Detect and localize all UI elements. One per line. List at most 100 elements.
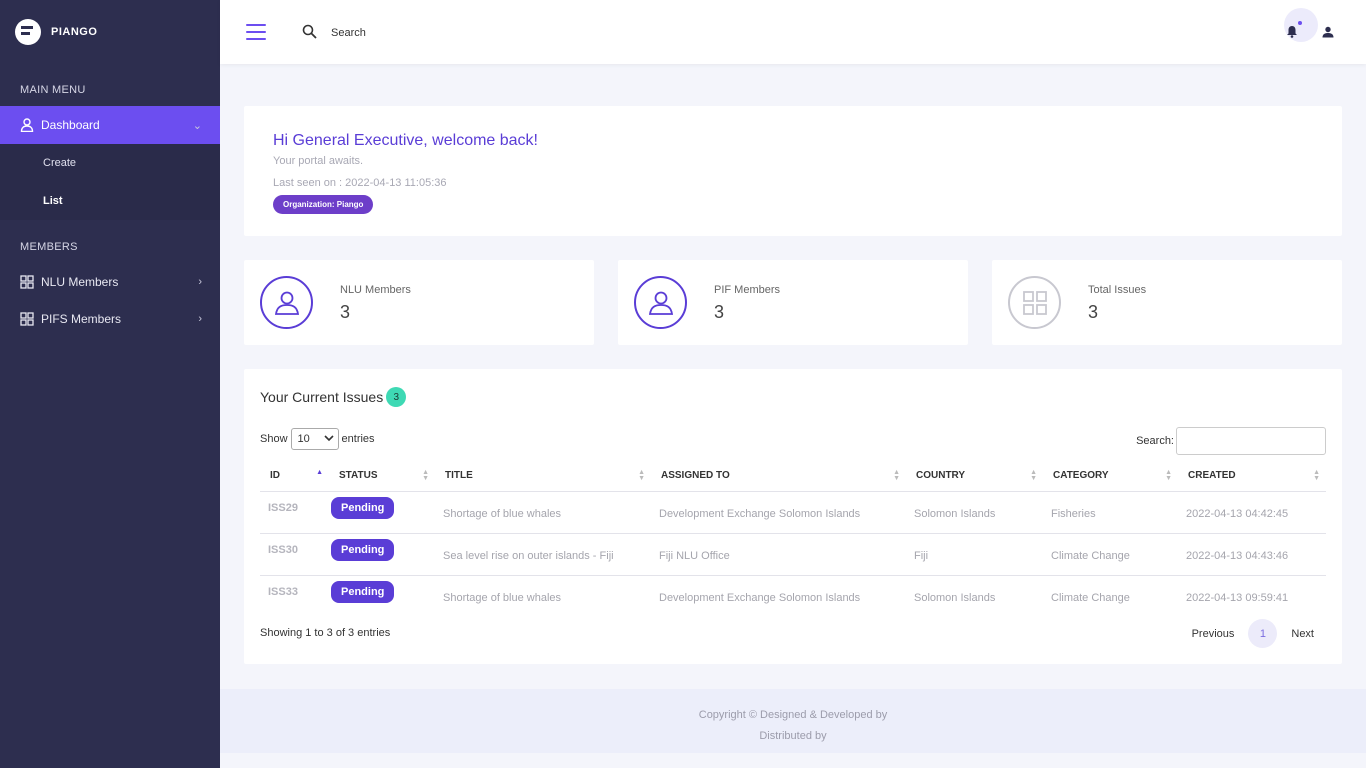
status-badge: Pending — [331, 538, 395, 561]
chevron-down-icon: ⌄ — [192, 119, 202, 132]
sort-asc-icon: ▲ — [316, 469, 323, 476]
issue-assigned-to: Fiji NLU Office — [651, 533, 906, 576]
column-header-country[interactable]: COUNTRY ▲ ▼ — [906, 461, 1043, 492]
last-seen-text: Last seen on : 2022-04-13 11:05:36 — [273, 177, 447, 189]
issue-country: Solomon Islands — [914, 592, 996, 605]
showing-entries-text: Showing 1 to 3 of 3 entries — [260, 627, 391, 639]
column-header-status[interactable]: STATUS ▲ ▼ — [329, 461, 435, 492]
stat-label: NLU Members — [340, 284, 411, 296]
chevron-right-icon: › — [198, 312, 202, 325]
sidebar-item-label: Dashboard — [41, 118, 100, 132]
issue-created: 2022-04-13 09:59:41 — [1186, 592, 1289, 605]
sort-icon: ▲ ▼ — [1165, 469, 1172, 482]
sort-icon: ▲ ▼ — [1313, 469, 1320, 482]
stat-card-total-issues: Total Issues 3 — [992, 260, 1342, 345]
next-page-button[interactable]: Next — [1291, 628, 1314, 640]
issues-title: Your Current Issues — [260, 389, 384, 405]
dashboard-submenu: Create List — [0, 144, 220, 220]
entries-select-value: 10 — [297, 433, 310, 445]
sidebar-subitem-list[interactable]: List — [0, 182, 220, 220]
issue-created: 2022-04-13 04:43:46 — [1178, 533, 1326, 576]
stat-value: 3 — [1088, 302, 1099, 322]
search-bar — [302, 24, 531, 42]
brand[interactable]: PIANGO — [0, 0, 220, 64]
table-row[interactable]: ISS29 Pending Shortage of blue whales De… — [260, 491, 1326, 534]
sidebar-item-nlu-members[interactable]: NLU Members › — [0, 263, 220, 300]
issue-title: Shortage of blue whales — [443, 592, 562, 605]
stat-value: 3 — [714, 302, 725, 322]
issue-assigned-to: Development Exchange Solomon Islands — [659, 592, 861, 605]
show-label: Show — [260, 433, 288, 445]
grid-icon — [20, 274, 34, 289]
user-icon — [20, 118, 34, 132]
sidebar-subitem-create[interactable]: Create — [0, 144, 220, 182]
welcome-title: Hi General Executive, welcome back! — [273, 132, 538, 149]
search-icon[interactable] — [302, 24, 317, 42]
grid-icon — [20, 311, 34, 326]
logo-icon — [15, 19, 41, 45]
footer: Copyright © Designed & Developed by Dist… — [220, 689, 1366, 753]
table-search-label: Search: — [1136, 435, 1174, 447]
column-header-title[interactable]: TITLE ▲ ▼ — [435, 461, 651, 492]
footer-copyright: Copyright © Designed & Developed by — [698, 709, 888, 721]
issue-category: Climate Change — [1051, 592, 1130, 605]
main-menu-heading: MAIN MENU — [20, 84, 86, 96]
table-row[interactable]: ISS30 Pending Sea level rise on outer is… — [260, 533, 1326, 576]
issue-title: Shortage of blue whales — [435, 491, 651, 534]
stat-card-pif-members: PIF Members 3 — [618, 260, 968, 345]
column-header-assigned-to[interactable]: ASSIGNED TO ▲ ▼ — [651, 461, 906, 492]
issues-card: Your Current Issues 3 Show 10 entries Se… — [244, 369, 1342, 664]
pagination: Previous 1 Next — [1192, 619, 1326, 648]
entries-select[interactable]: 10 — [290, 428, 339, 450]
notification-dot — [1298, 21, 1302, 25]
column-header-id[interactable]: ID ▲ — [260, 461, 329, 492]
sidebar-item-dashboard[interactable]: Dashboard ⌄ — [0, 106, 220, 144]
issue-country: Solomon Islands — [906, 491, 1043, 534]
sidebar: PIANGO MAIN MENU Dashboard ⌄ Create List… — [0, 0, 220, 768]
sidebar-item-pifs-members[interactable]: PIFS Members › — [0, 300, 220, 337]
issue-title: Sea level rise on outer islands - Fiji — [435, 533, 651, 576]
chevron-down-icon — [323, 433, 334, 445]
stat-label: Total Issues — [1088, 284, 1147, 296]
topbar — [220, 0, 1366, 64]
sidebar-item-label: NLU Members — [41, 274, 119, 289]
table-search: Search: — [1136, 427, 1326, 455]
footer-distributed: Distributed by — [759, 730, 827, 742]
status-badge: Pending — [331, 496, 395, 519]
issues-count-badge: 3 — [386, 387, 407, 407]
sort-icon: ▲ ▼ — [638, 469, 645, 482]
issue-category: Climate Change — [1043, 533, 1178, 576]
grid-icon — [1008, 276, 1061, 329]
previous-page-button[interactable]: Previous — [1192, 628, 1235, 640]
bell-icon[interactable] — [1286, 25, 1298, 41]
stat-label: PIF Members — [714, 284, 781, 296]
user-menu-icon[interactable] — [1322, 26, 1334, 41]
column-header-created[interactable]: CREATED ▲ ▼ — [1178, 461, 1326, 492]
sidebar-item-label: PIFS Members — [41, 311, 122, 326]
issue-assigned-to: Development Exchange Solomon Islands — [651, 491, 906, 534]
column-header-category[interactable]: CATEGORY ▲ ▼ — [1043, 461, 1178, 492]
table-header-row: ID ▲ STATUS ▲ ▼ TITLE ▲ ▼ ASSIGNED TO ▲ ▼ COUNT… — [260, 461, 1326, 492]
table-row[interactable]: ISS33 Pending Shortage of blue whales De… — [260, 575, 1326, 617]
issue-id: ISS30 — [260, 533, 329, 576]
brand-name: PIANGO — [51, 26, 98, 38]
sort-icon: ▲ ▼ — [1030, 469, 1037, 482]
issue-id: ISS33 — [268, 585, 298, 598]
stat-value: 3 — [340, 302, 351, 322]
sort-icon: ▲ ▼ — [422, 469, 429, 482]
menu-toggle-icon[interactable] — [246, 24, 266, 40]
page-1-button[interactable]: 1 — [1248, 619, 1278, 648]
issue-created: 2022-04-13 04:42:45 — [1178, 491, 1326, 534]
search-input[interactable] — [331, 27, 531, 39]
bottom-strip — [220, 753, 1366, 768]
status-badge: Pending — [331, 580, 395, 603]
table-search-input[interactable] — [1176, 427, 1326, 455]
organization-badge: Organization: Piango — [273, 195, 374, 214]
issues-table: ID ▲ STATUS ▲ ▼ TITLE ▲ ▼ ASSIGNED TO ▲ ▼ COUNT… — [260, 461, 1326, 617]
members-heading: MEMBERS — [20, 241, 78, 253]
welcome-subtitle: Your portal awaits. — [273, 155, 364, 167]
issues-heading: Your Current Issues 3 — [260, 387, 407, 407]
welcome-card: Hi General Executive, welcome back! Your… — [244, 106, 1342, 236]
issue-id: ISS29 — [260, 491, 329, 534]
entries-label: entries — [341, 433, 375, 445]
